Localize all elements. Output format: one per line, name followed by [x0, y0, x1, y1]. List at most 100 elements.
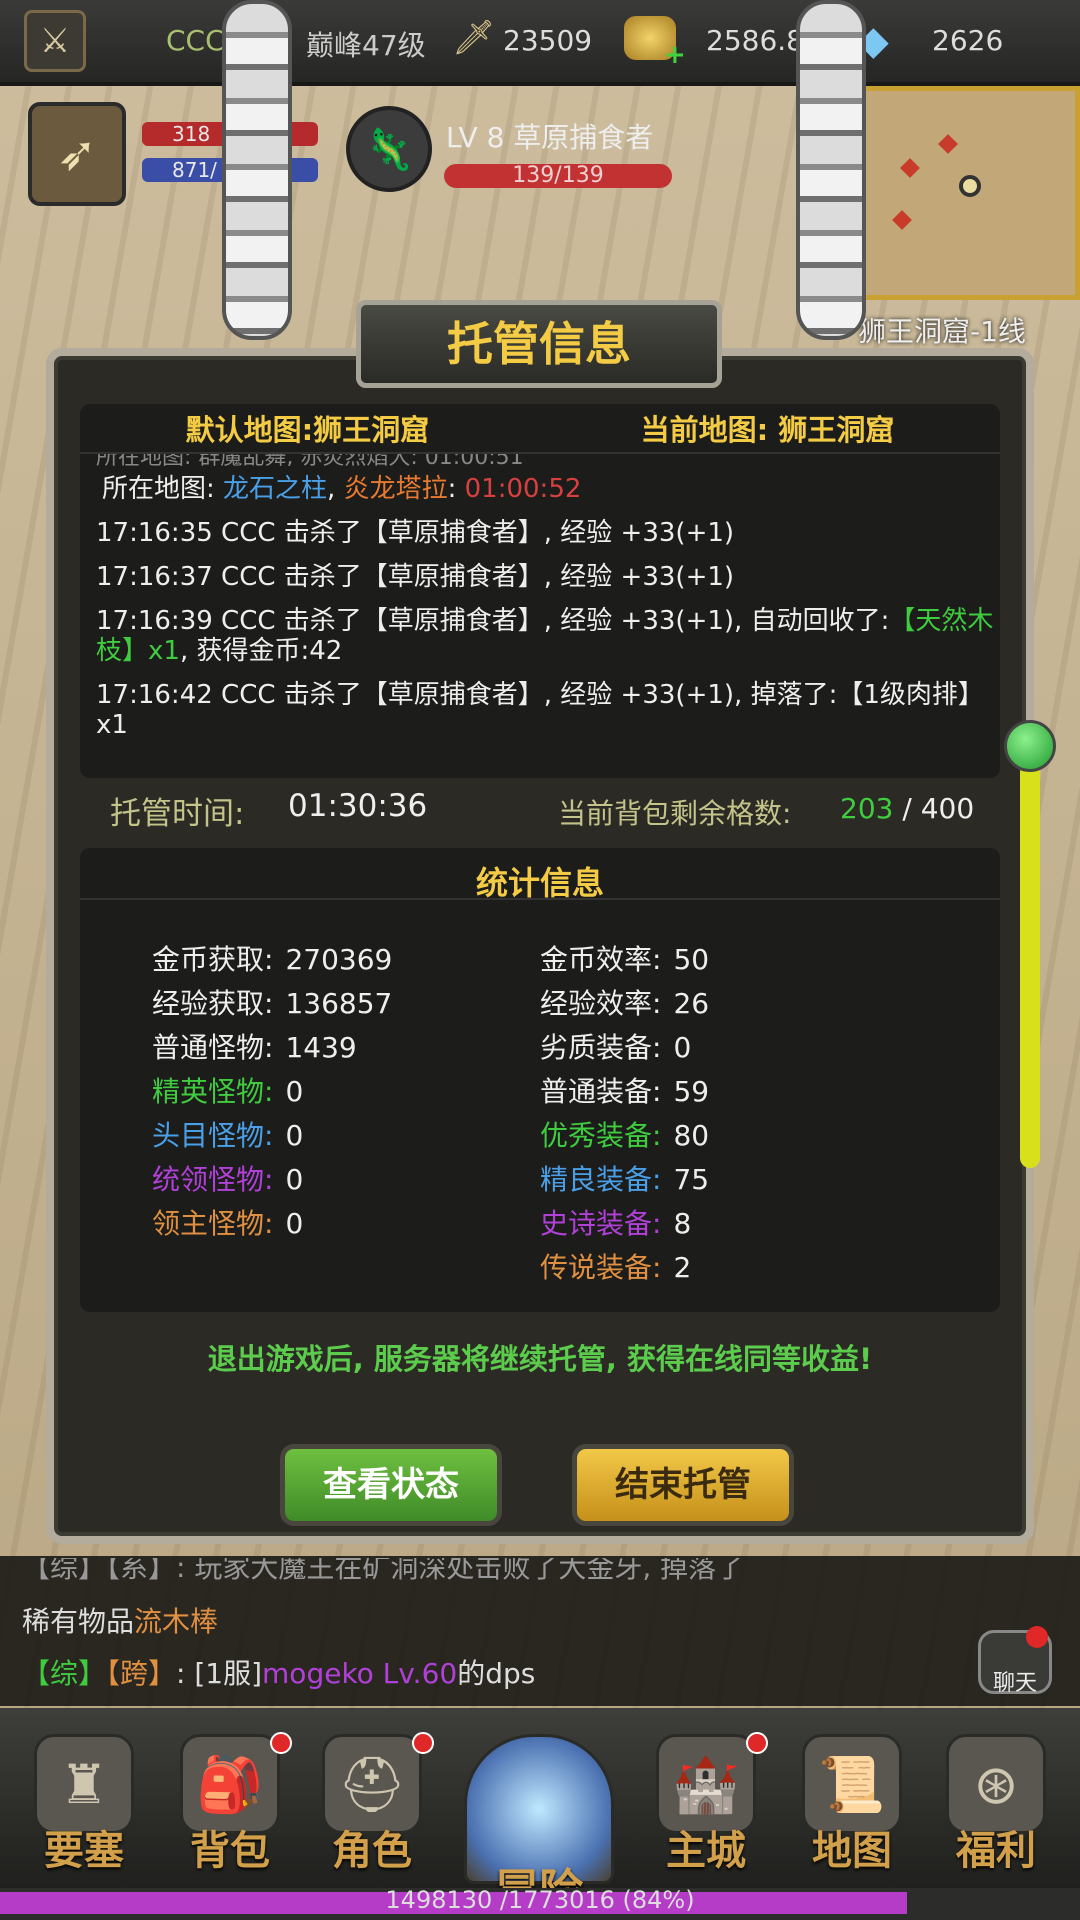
stat-row: 精英怪物: 0: [152, 1070, 303, 1110]
chat-channel: 【跨】: [106, 1657, 177, 1690]
target-name: LV 8 草原捕食者: [446, 121, 654, 154]
nav-item-1[interactable]: 🎒 背包: [160, 1708, 300, 1898]
scroll-handle[interactable]: [1004, 720, 1056, 772]
log-line: 17:16:37 CCC 击杀了【草原捕食者】, 经验 +33(+1): [96, 562, 735, 592]
nav-label: 背包: [190, 1828, 270, 1874]
exp-text: 1498130 /1773016 (84%): [385, 1886, 695, 1914]
notification-dot: [412, 1732, 434, 1754]
stat-value: 80: [673, 1119, 710, 1152]
log-text: , 获得金币:42: [179, 636, 343, 666]
nav-label: 福利: [956, 1828, 1036, 1874]
stat-row: 传说装备: 2: [540, 1246, 691, 1286]
stat-row: 金币获取: 270369: [152, 938, 392, 978]
minimap[interactable]: [852, 86, 1080, 300]
stat-value: 0: [285, 1207, 304, 1240]
view-status-button[interactable]: 查看状态: [280, 1444, 502, 1526]
stat-row: 头目怪物: 0: [152, 1114, 303, 1154]
map-location: 狮王洞窟-1线: [858, 315, 1026, 348]
monster-icon[interactable]: 🦎: [346, 106, 432, 192]
nav-item-5[interactable]: 📜 地图: [782, 1708, 922, 1898]
stat-row: 普通装备: 59: [540, 1070, 709, 1110]
stat-row: 统领怪物: 0: [152, 1158, 303, 1198]
scroll-track[interactable]: [1020, 748, 1040, 1168]
attack-icon: 🗡: [452, 18, 496, 58]
menu-icon[interactable]: ⚔: [24, 10, 86, 72]
location-label: 所在地图:: [102, 474, 224, 504]
top-resource-bar: ⚔ CCC 巅峰47级 🗡 23509 + 2586.8 ◆ 2626: [0, 0, 1080, 86]
hosting-log[interactable]: 默认地图:狮王洞窟 当前地图: 狮王洞窟 所在地图: 群魔乱舞, 赤炎烈焰大: …: [80, 404, 1000, 778]
stat-label: 经验获取:: [152, 987, 274, 1020]
stat-label: 劣质装备:: [540, 1031, 662, 1064]
chat-line-clipped: 【综】【系】: 玩家大魔王在矿洞深处击败了大金牙, 掉落了: [22, 1558, 745, 1584]
location-sep: ,: [327, 474, 344, 504]
nav-item-4[interactable]: 🏰 主城: [636, 1708, 776, 1898]
hosting-time-label: 托管时间:: [110, 796, 245, 832]
log-location-line: 所在地图: 龙石之柱, 炎龙塔拉: 01:00:52: [96, 474, 1000, 504]
bag-label-text: 当前背包剩余格数:: [558, 797, 792, 830]
chat-player: mogeko Lv.60: [262, 1657, 458, 1690]
stat-row: 经验效率: 26: [540, 982, 709, 1022]
stat-value: 0: [285, 1119, 304, 1152]
player-level: 巅峰47级: [306, 29, 426, 62]
attack-value: 23509: [503, 24, 593, 57]
chat-panel[interactable]: 【综】【系】: 玩家大魔王在矿洞深处击败了大金牙, 掉落了 稀有物品流木棒 【综…: [0, 1556, 1080, 1706]
stat-label: 领主怪物:: [152, 1207, 274, 1240]
chat-line: 【综】【跨】: [1服]mogeko Lv.60的dps: [22, 1652, 535, 1692]
chat-item: 流木棒: [134, 1605, 219, 1638]
bag-space-label: 当前背包剩余格数:: [558, 792, 791, 832]
stat-value: 50: [673, 943, 710, 976]
dialog-title: 托管信息: [447, 317, 631, 371]
stat-value: 59: [673, 1075, 710, 1108]
nav-item-6[interactable]: ⊛ 福利: [926, 1708, 1066, 1898]
stat-label: 精良装备:: [540, 1163, 662, 1196]
stat-row: 精良装备: 75: [540, 1158, 709, 1198]
notification-dot: [746, 1732, 768, 1754]
nav-item-2[interactable]: ⛑ 角色: [302, 1708, 442, 1898]
bottom-navigation: ♜要塞🎒背包⛑角色冒险🏰主城📜地图⊛福利: [0, 1708, 1080, 1916]
stat-value: 1439: [285, 1031, 357, 1064]
nav-item-0[interactable]: ♜ 要塞: [14, 1708, 154, 1898]
gold-value: 2586.8: [706, 24, 804, 57]
stat-label: 头目怪物:: [152, 1119, 274, 1152]
nav-label: 主城: [666, 1828, 746, 1874]
offline-notice: 退出游戏后, 服务器将继续托管, 获得在线同等收益!: [207, 1342, 873, 1376]
player-marker-icon: [959, 175, 981, 197]
chain-right: [796, 0, 866, 340]
log-text: 17:16:39 CCC 击杀了【草原捕食者】, 经验 +33(+1), 自动回…: [96, 606, 890, 636]
nav-label: 角色: [332, 1828, 412, 1874]
location-b: 炎龙塔拉: [343, 474, 448, 504]
stat-label: 统领怪物:: [152, 1163, 274, 1196]
enemy-marker-icon: [900, 158, 920, 178]
stat-row: 经验获取: 136857: [152, 982, 392, 1022]
log-clipped-line: 所在地图: 群魔乱舞, 赤炎烈焰大: 01:00:51: [96, 454, 1000, 466]
stat-value: 75: [673, 1163, 710, 1196]
log-line: 17:16:39 CCC 击杀了【草原捕食者】, 经验 +33(+1), 自动回…: [96, 606, 1000, 666]
nav-item-3[interactable]: 冒险: [444, 1708, 634, 1916]
stat-row: 普通怪物: 1439: [152, 1026, 357, 1066]
stat-value: 0: [285, 1163, 304, 1196]
stat-label: 优秀装备:: [540, 1119, 662, 1152]
log-body: 所在地图: 群魔乱舞, 赤炎烈焰大: 01:00:51 所在地图: 龙石之柱, …: [80, 454, 1000, 740]
enemy-marker-icon: [938, 134, 958, 154]
notification-dot: [1026, 1626, 1048, 1648]
stat-value: 136857: [285, 987, 393, 1020]
location-colon: :: [447, 474, 465, 504]
stat-label: 经验效率:: [540, 987, 662, 1020]
end-hosting-button[interactable]: 结束托管: [572, 1444, 794, 1526]
chat-text: 稀有物品: [22, 1605, 135, 1638]
bag-space-value: 203 / 400: [840, 792, 974, 825]
stat-value: 0: [673, 1031, 692, 1064]
log-header: 默认地图:狮王洞窟 当前地图: 狮王洞窟: [80, 404, 1000, 454]
add-gold-button[interactable]: +: [664, 40, 686, 70]
divider: [80, 898, 1000, 900]
default-map: 默认地图:狮王洞窟: [185, 413, 430, 447]
stat-label: 传说装备:: [540, 1251, 662, 1284]
stat-row: 史诗装备: 8: [540, 1202, 691, 1242]
dialog-title-plate: 托管信息: [356, 300, 722, 388]
player-name: CCC: [166, 24, 225, 57]
stat-value: 0: [285, 1075, 304, 1108]
chat-channel: 【综】: [22, 1657, 107, 1690]
hero-portrait[interactable]: ➶: [28, 102, 126, 206]
location-time: 01:00:52: [464, 474, 582, 504]
hosting-time-value: 01:30:36: [288, 788, 428, 824]
